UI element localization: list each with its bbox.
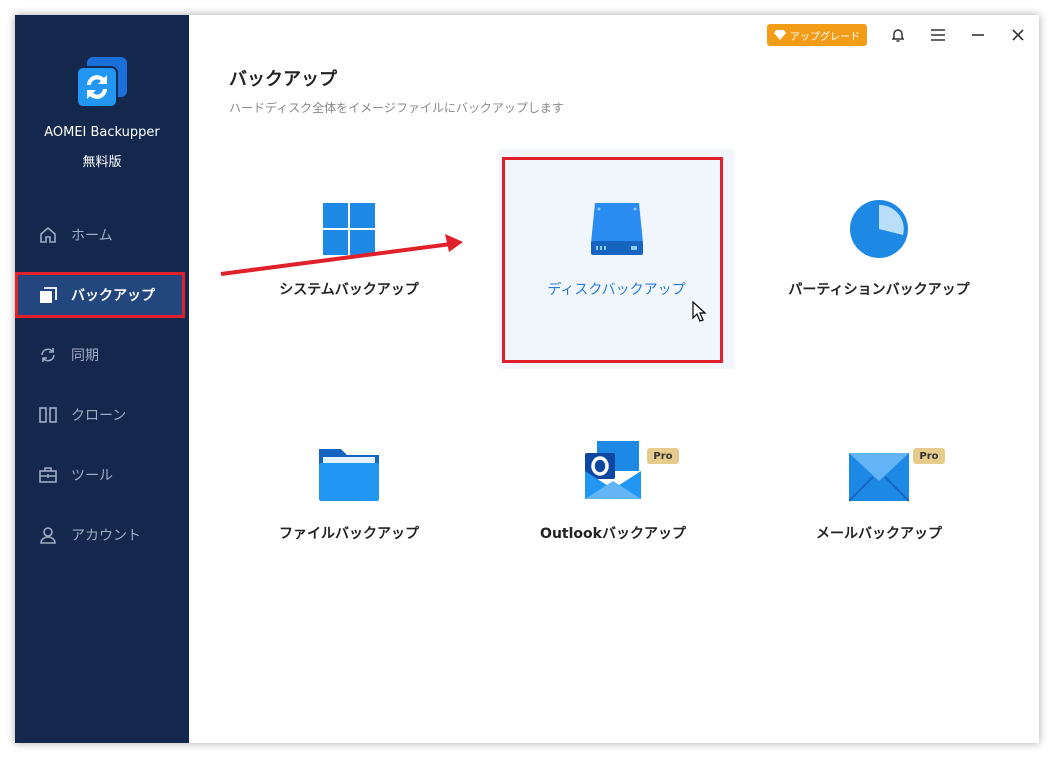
aomei-logo-icon: [76, 57, 127, 108]
app-window: AOMEI Backupper 無料版 ホーム バックアップ 同期 クローン ツ…: [15, 15, 1039, 743]
backup-icon: [37, 284, 59, 306]
sidebar-item-sync[interactable]: 同期: [15, 333, 189, 377]
tile-label: パーティションバックアップ: [788, 282, 970, 298]
clone-icon: [37, 404, 59, 426]
tile-outlook-backup[interactable]: Pro Outlookバックアップ: [499, 399, 727, 609]
pro-badge: Pro: [913, 448, 945, 464]
page-subtitle: ハードディスク全体をイメージファイルにバックアップします: [229, 101, 564, 115]
bell-icon[interactable]: [886, 24, 910, 46]
sidebar-item-account[interactable]: アカウント: [15, 513, 189, 557]
sidebar-item-home[interactable]: ホーム: [15, 213, 189, 257]
sidebar-item-label: クローン: [71, 408, 127, 424]
tile-label: メールバックアップ: [816, 526, 942, 542]
app-edition: 無料版: [82, 155, 122, 170]
close-icon[interactable]: [1006, 24, 1030, 46]
app-name: AOMEI Backupper: [44, 125, 160, 140]
upgrade-button[interactable]: アップグレード: [767, 24, 867, 46]
tile-label: ディスクバックアップ: [547, 282, 686, 298]
home-icon: [37, 224, 59, 246]
toolbox-icon: [37, 464, 59, 486]
sidebar-item-clone[interactable]: クローン: [15, 393, 189, 437]
outlook-icon: [585, 441, 641, 499]
sync-icon: [37, 344, 59, 366]
tile-partition-backup[interactable]: パーティションバックアップ: [765, 155, 993, 365]
sidebar-item-backup[interactable]: バックアップ: [15, 272, 185, 318]
mouse-cursor-icon: [692, 301, 707, 322]
tile-mail-backup[interactable]: Pro メールバックアップ: [765, 399, 993, 609]
tile-label: Outlookバックアップ: [540, 526, 686, 542]
page-title: バックアップ: [229, 69, 337, 90]
sidebar-item-label: ホーム: [71, 228, 113, 244]
tile-label: ファイルバックアップ: [279, 526, 419, 542]
mail-envelope-icon: [849, 453, 909, 502]
pie-chart-icon: [850, 200, 908, 258]
user-icon: [37, 524, 59, 546]
diamond-icon: [774, 30, 786, 40]
hard-disk-icon: [591, 203, 643, 255]
hamburger-menu-icon[interactable]: [926, 24, 950, 46]
sidebar-item-label: ツール: [71, 468, 113, 484]
sidebar-item-label: バックアップ: [71, 288, 155, 304]
pro-badge: Pro: [647, 448, 679, 464]
tile-file-backup[interactable]: ファイルバックアップ: [235, 399, 463, 609]
annotation-arrow-icon: [220, 234, 463, 276]
folder-icon: [319, 449, 379, 501]
minimize-icon[interactable]: [966, 24, 990, 46]
sidebar-item-label: 同期: [71, 348, 99, 364]
tile-disk-backup[interactable]: ディスクバックアップ: [499, 149, 734, 369]
upgrade-label: アップグレード: [790, 31, 860, 43]
sidebar-item-tools[interactable]: ツール: [15, 453, 189, 497]
sidebar: AOMEI Backupper 無料版 ホーム バックアップ 同期 クローン ツ…: [15, 15, 189, 743]
sidebar-item-label: アカウント: [71, 528, 141, 544]
